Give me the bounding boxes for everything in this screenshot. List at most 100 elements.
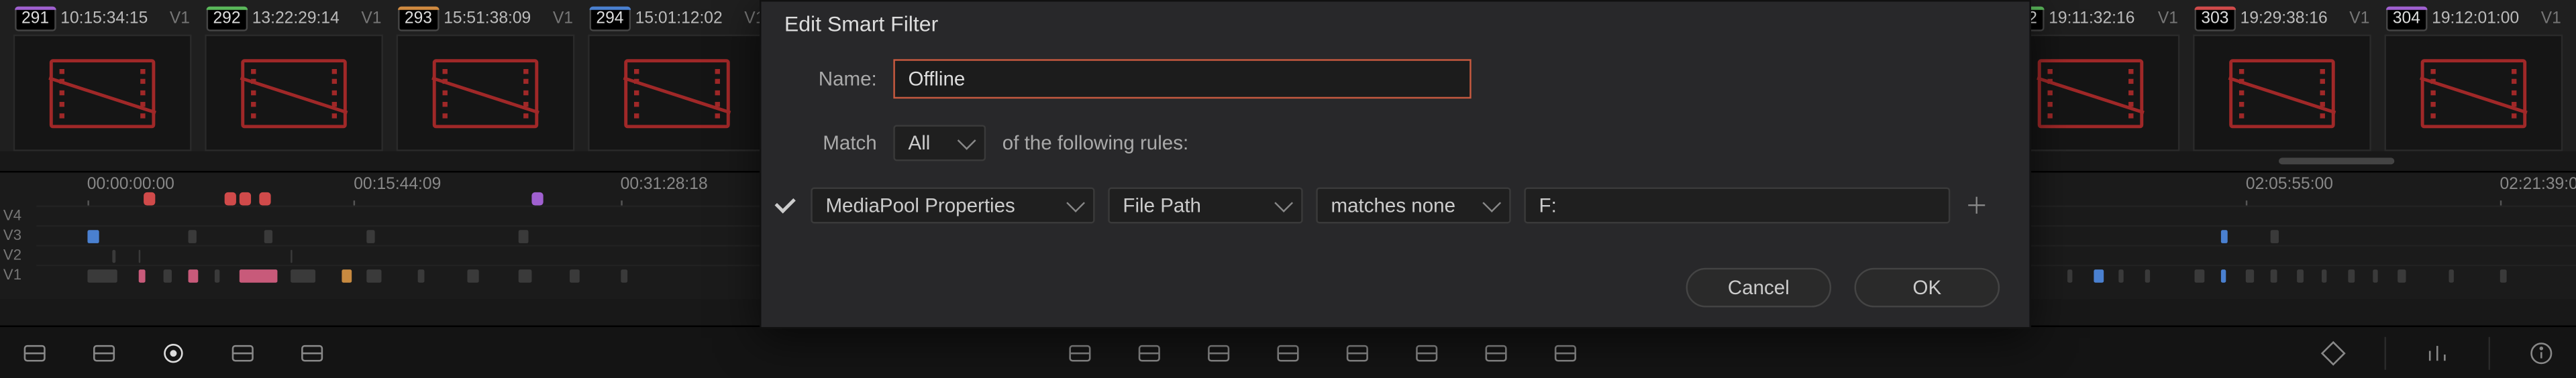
clip-segment[interactable] xyxy=(87,230,100,243)
clip-segment[interactable] xyxy=(2094,269,2104,283)
clip-segment[interactable] xyxy=(189,269,199,283)
clip-segment[interactable] xyxy=(2145,269,2150,283)
clip-segment[interactable] xyxy=(87,269,117,283)
clip-segment[interactable] xyxy=(2347,269,2355,283)
ruler-tick: 00:00:00:00 xyxy=(87,176,174,194)
clip-thumbnail[interactable] xyxy=(2193,34,2371,151)
media-offline-icon xyxy=(624,58,729,127)
clip-segment[interactable] xyxy=(2449,269,2455,283)
marker[interactable] xyxy=(240,192,251,206)
cancel-button[interactable]: Cancel xyxy=(1686,268,1832,308)
match-mode-value: All xyxy=(908,131,930,154)
clip-thumbnail[interactable] xyxy=(13,34,192,151)
clip-segment[interactable] xyxy=(519,230,529,243)
clip-segment[interactable] xyxy=(570,269,580,283)
page-switcher xyxy=(0,326,2576,378)
clip-thumbnail[interactable] xyxy=(205,34,383,151)
clip-segment[interactable] xyxy=(2398,269,2406,283)
filter-name-input[interactable] xyxy=(893,59,1471,99)
clip-timecode: 13:22:29:14 xyxy=(252,10,356,28)
match-mode-select[interactable]: All xyxy=(893,125,986,161)
clip-segment[interactable] xyxy=(2500,269,2507,283)
rule-enabled-checkbox[interactable] xyxy=(774,194,797,216)
rule-value-input[interactable]: F: xyxy=(1524,188,1950,224)
add-rule-button[interactable]: ＋ xyxy=(1963,192,1990,218)
clip-segment[interactable] xyxy=(2271,269,2277,283)
clip-card[interactable]: 293 15:51:38:09 V1 xyxy=(397,7,575,151)
clip-segment[interactable] xyxy=(189,230,196,243)
crop-icon[interactable] xyxy=(1062,334,1098,371)
curves-icon[interactable] xyxy=(1200,334,1237,371)
track-label: V2 xyxy=(3,247,21,263)
info-icon[interactable] xyxy=(2523,334,2559,371)
clip-segment[interactable] xyxy=(265,230,272,243)
clip-segment[interactable] xyxy=(341,269,351,283)
clip-card[interactable]: 291 10:15:34:15 V1 xyxy=(13,7,192,151)
clip-segment[interactable] xyxy=(291,250,293,263)
media-offline-icon xyxy=(2229,58,2334,127)
clip-segment[interactable] xyxy=(2119,269,2124,283)
clip-number-badge: 292 xyxy=(207,7,248,32)
clip-segment[interactable] xyxy=(113,250,115,263)
clip-segment[interactable] xyxy=(2271,230,2279,243)
clip-thumbnail[interactable] xyxy=(397,34,575,151)
blur-icon[interactable] xyxy=(1408,334,1445,371)
clip-segment[interactable] xyxy=(468,269,478,283)
ok-button[interactable]: OK xyxy=(1855,268,2000,308)
3d-icon[interactable] xyxy=(1547,334,1584,371)
clip-segment[interactable] xyxy=(163,269,170,283)
clip-segment[interactable] xyxy=(214,269,219,283)
clip-segment[interactable] xyxy=(2068,269,2073,283)
clip-segment[interactable] xyxy=(138,269,146,283)
clip-segment[interactable] xyxy=(2297,269,2304,283)
clip-segment[interactable] xyxy=(2195,269,2205,283)
stereo-icon[interactable] xyxy=(2315,334,2351,371)
key-icon[interactable] xyxy=(1478,334,1514,371)
clip-card[interactable]: 292 13:22:29:14 V1 xyxy=(205,7,383,151)
rule-group-select[interactable]: MediaPool Properties xyxy=(811,188,1094,224)
clip-track: V1 xyxy=(553,10,573,28)
media-offline-icon xyxy=(2038,58,2143,127)
eyedropper-icon[interactable] xyxy=(1131,334,1168,371)
clip-segment[interactable] xyxy=(366,230,374,243)
clip-segment[interactable] xyxy=(2220,269,2226,283)
color-page-icon[interactable] xyxy=(294,334,330,371)
media-page-icon[interactable] xyxy=(17,334,53,371)
qualifier-icon[interactable] xyxy=(1270,334,1306,371)
media-offline-icon xyxy=(433,58,538,127)
clip-card[interactable]: 303 19:29:38:16 V1 xyxy=(2193,7,2371,151)
clip-segment[interactable] xyxy=(366,269,382,283)
clip-thumbnail[interactable] xyxy=(2385,34,2563,151)
marker[interactable] xyxy=(143,192,154,206)
clip-card[interactable]: 304 19:12:01:00 V1 xyxy=(2385,7,2563,151)
scrollbar-handle[interactable] xyxy=(2279,158,2394,164)
tracker-icon[interactable] xyxy=(1339,334,1376,371)
clip-segment[interactable] xyxy=(519,269,531,283)
track-label: V3 xyxy=(3,227,21,243)
marker[interactable] xyxy=(260,192,271,206)
media-offline-icon xyxy=(2421,58,2526,127)
clip-segment[interactable] xyxy=(138,250,141,263)
fusion-page-icon[interactable] xyxy=(225,334,261,371)
dialog-title: Edit Smart Filter xyxy=(761,1,2029,36)
clip-segment[interactable] xyxy=(417,269,425,283)
clip-thumbnail[interactable] xyxy=(588,34,766,151)
marker[interactable] xyxy=(531,192,543,206)
media-offline-icon xyxy=(241,58,346,127)
clip-segment[interactable] xyxy=(291,269,316,283)
scopes-icon[interactable] xyxy=(2419,334,2455,371)
clip-segment[interactable] xyxy=(2322,269,2327,283)
edit-page-icon[interactable] xyxy=(155,334,191,371)
rule-field-select[interactable]: File Path xyxy=(1108,188,1302,224)
clip-card[interactable]: 294 15:01:12:02 V1 xyxy=(588,7,766,151)
cut-page-icon[interactable] xyxy=(86,334,122,371)
marker[interactable] xyxy=(224,192,236,206)
clip-segment[interactable] xyxy=(2373,269,2378,283)
chevron-down-icon xyxy=(1066,194,1085,212)
edit-smart-filter-dialog: Edit Smart Filter Name: Match All of the… xyxy=(760,0,2031,328)
clip-segment[interactable] xyxy=(240,269,278,283)
clip-segment[interactable] xyxy=(2220,230,2228,243)
rule-operator-select[interactable]: matches none xyxy=(1316,188,1510,224)
clip-segment[interactable] xyxy=(621,269,628,283)
clip-segment[interactable] xyxy=(2246,269,2253,283)
